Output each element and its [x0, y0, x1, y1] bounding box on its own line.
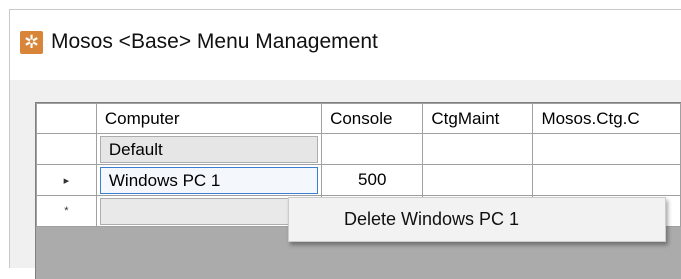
computer-combobox[interactable]: Windows PC 1: [99, 166, 319, 194]
current-row-arrow-icon: ▸: [63, 174, 70, 187]
ctgmaint-cell[interactable]: [422, 164, 534, 196]
console-cell[interactable]: [321, 133, 424, 165]
computer-combobox[interactable]: Default: [99, 135, 319, 163]
data-grid[interactable]: Computer Console CtgMaint Mosos.Ctg.C De…: [35, 102, 681, 279]
title-bar: ✲ Mosos <Base> Menu Management: [10, 10, 681, 80]
grid-header-row: Computer Console CtgMaint Mosos.Ctg.C: [36, 103, 681, 134]
computer-cell[interactable]: Windows PC 1: [95, 164, 323, 196]
column-header-ctgmaint[interactable]: CtgMaint: [422, 103, 534, 134]
row-header-corner[interactable]: [36, 103, 97, 134]
context-menu: Delete Windows PC 1: [288, 197, 666, 242]
mosos-ctg-cell[interactable]: [532, 164, 681, 196]
new-row-asterisk-icon: *: [64, 205, 69, 217]
mosos-ctg-cell[interactable]: [532, 133, 681, 165]
column-header-mosos-ctg[interactable]: Mosos.Ctg.C: [532, 103, 681, 134]
table-row[interactable]: ▸ Windows PC 1 500: [36, 164, 681, 196]
row-header[interactable]: [36, 133, 97, 165]
row-header[interactable]: *: [36, 195, 97, 227]
column-header-computer[interactable]: Computer: [95, 103, 323, 134]
delete-menu-item[interactable]: Delete Windows PC 1: [344, 209, 519, 230]
table-row[interactable]: Default: [36, 133, 681, 165]
row-header[interactable]: ▸: [36, 164, 97, 196]
gear-icon: ✲: [20, 31, 43, 54]
window-title: Mosos <Base> Menu Management: [51, 30, 378, 53]
computer-combobox[interactable]: [99, 197, 319, 225]
computer-cell[interactable]: Default: [95, 133, 323, 165]
console-cell[interactable]: 500: [321, 164, 424, 196]
ctgmaint-cell[interactable]: [422, 133, 534, 165]
column-header-console[interactable]: Console: [321, 103, 424, 134]
